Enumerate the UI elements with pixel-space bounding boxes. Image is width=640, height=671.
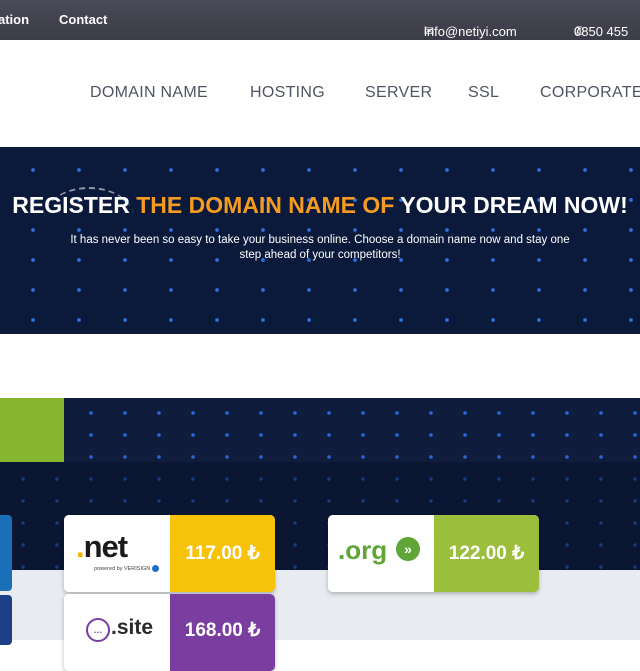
site-logo: … .site — [64, 594, 170, 671]
main-nav: DOMAIN NAME HOSTING SERVER SSL CORPORATE — [0, 40, 640, 147]
chat-bubble-icon: … — [86, 618, 110, 642]
nav-item-ssl[interactable]: SSL — [468, 84, 499, 102]
verisign-check-icon — [152, 565, 160, 572]
org-logo: .org » — [328, 515, 434, 592]
nav-item-corporate[interactable]: CORPORATE — [540, 84, 640, 102]
search-area — [0, 334, 640, 398]
nav-item-domain-name[interactable]: DOMAIN NAME — [90, 84, 208, 102]
hero-subtitle: It has never been so easy to take your b… — [70, 234, 570, 261]
domain-card-org[interactable]: .org » 122.00 ₺ — [328, 515, 539, 592]
topbar-phone-text: 0850 455 — [574, 24, 629, 39]
net-price: 117.00 ₺ — [170, 515, 275, 592]
site-extension: .site — [111, 616, 154, 639]
hero-banner: REGISTER THE DOMAIN NAME OF YOUR DREAM N… — [0, 147, 640, 334]
topbar-email-text: info@netiyi.com — [424, 24, 517, 39]
top-bar: ation Contact ✉ info@netiyi.com ✆ 0850 455 — [0, 0, 640, 40]
hero-title-highlight: THE DOMAIN NAME OF — [136, 192, 395, 218]
domain-card-net[interactable]: .net powered by VERISIGN 117.00 ₺ — [64, 515, 275, 592]
domain-card-site[interactable]: … .site 168.00 ₺ — [64, 594, 275, 671]
domain-card-partial[interactable] — [0, 515, 12, 591]
green-accent-block — [0, 398, 64, 462]
topbar-link-partial[interactable]: ation — [0, 12, 29, 27]
org-price: 122.00 ₺ — [434, 515, 539, 592]
net-logo: .net powered by VERISIGN — [64, 515, 170, 592]
net-extension: .net — [76, 529, 128, 564]
org-chevron-icon: » — [396, 537, 420, 561]
topbar-link-contact[interactable]: Contact — [59, 12, 107, 27]
verisign-tagline: powered by VERISIGN — [94, 565, 160, 572]
hero-title-part1: REGISTER — [12, 192, 137, 218]
domain-card-partial[interactable] — [0, 595, 12, 645]
site-price: 168.00 ₺ — [170, 594, 275, 671]
hero-title-part2: YOUR DREAM NOW! — [394, 192, 628, 218]
nav-item-server[interactable]: SERVER — [365, 84, 432, 102]
nav-item-hosting[interactable]: HOSTING — [250, 84, 325, 102]
org-extension: .org — [338, 535, 388, 565]
hero-title: REGISTER THE DOMAIN NAME OF YOUR DREAM N… — [0, 192, 640, 219]
